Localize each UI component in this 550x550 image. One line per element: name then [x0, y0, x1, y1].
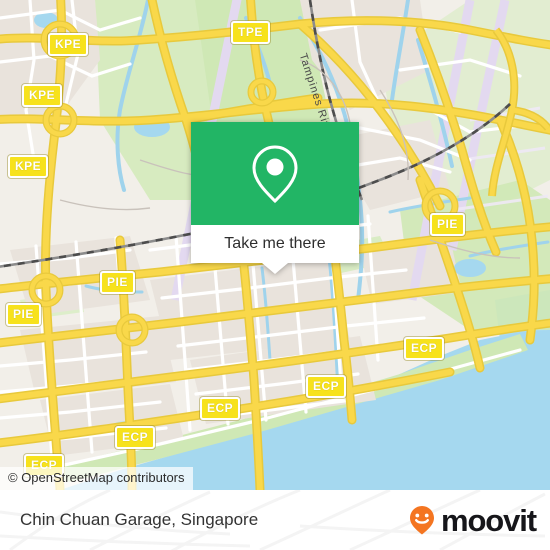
osm-attribution[interactable]: © OpenStreetMap contributors [0, 467, 193, 490]
highway-shield-pie-2[interactable]: PIE [100, 271, 135, 294]
footer-bar: Chin Chuan Garage, Singapore moovit [0, 490, 550, 550]
map-canvas[interactable]: Tampines River KPE KPE KPE TPE PIE PIE P… [0, 0, 550, 490]
highway-shield-tpe[interactable]: TPE [231, 21, 270, 44]
highway-shield-ecp-4[interactable]: ECP [115, 426, 156, 449]
highway-shield-ecp-1[interactable]: ECP [404, 337, 445, 360]
map-pin-icon [252, 144, 298, 203]
highway-shield-ecp-2[interactable]: ECP [306, 375, 347, 398]
highway-shield-pie-3[interactable]: PIE [6, 303, 41, 326]
highway-shield-pie-1[interactable]: PIE [430, 213, 465, 236]
callout-pointer-tail [262, 263, 288, 274]
map-page: Tampines River KPE KPE KPE TPE PIE PIE P… [0, 0, 550, 550]
place-title: Chin Chuan Garage, Singapore [20, 510, 259, 529]
highway-shield-kpe-2[interactable]: KPE [22, 84, 63, 107]
moovit-pin-smile-icon [409, 506, 434, 535]
highway-shield-kpe-1[interactable]: KPE [48, 33, 89, 56]
location-callout-card[interactable]: Take me there [191, 122, 359, 274]
highway-shield-kpe-3[interactable]: KPE [8, 155, 49, 178]
moovit-brand[interactable]: moovit [405, 490, 537, 550]
take-me-there-label: Take me there [224, 235, 326, 252]
moovit-wordmark: moovit [440, 502, 537, 538]
highway-shield-ecp-3[interactable]: ECP [200, 397, 241, 420]
callout-action-panel[interactable]: Take me there [191, 225, 359, 263]
callout-icon-panel [191, 122, 359, 225]
